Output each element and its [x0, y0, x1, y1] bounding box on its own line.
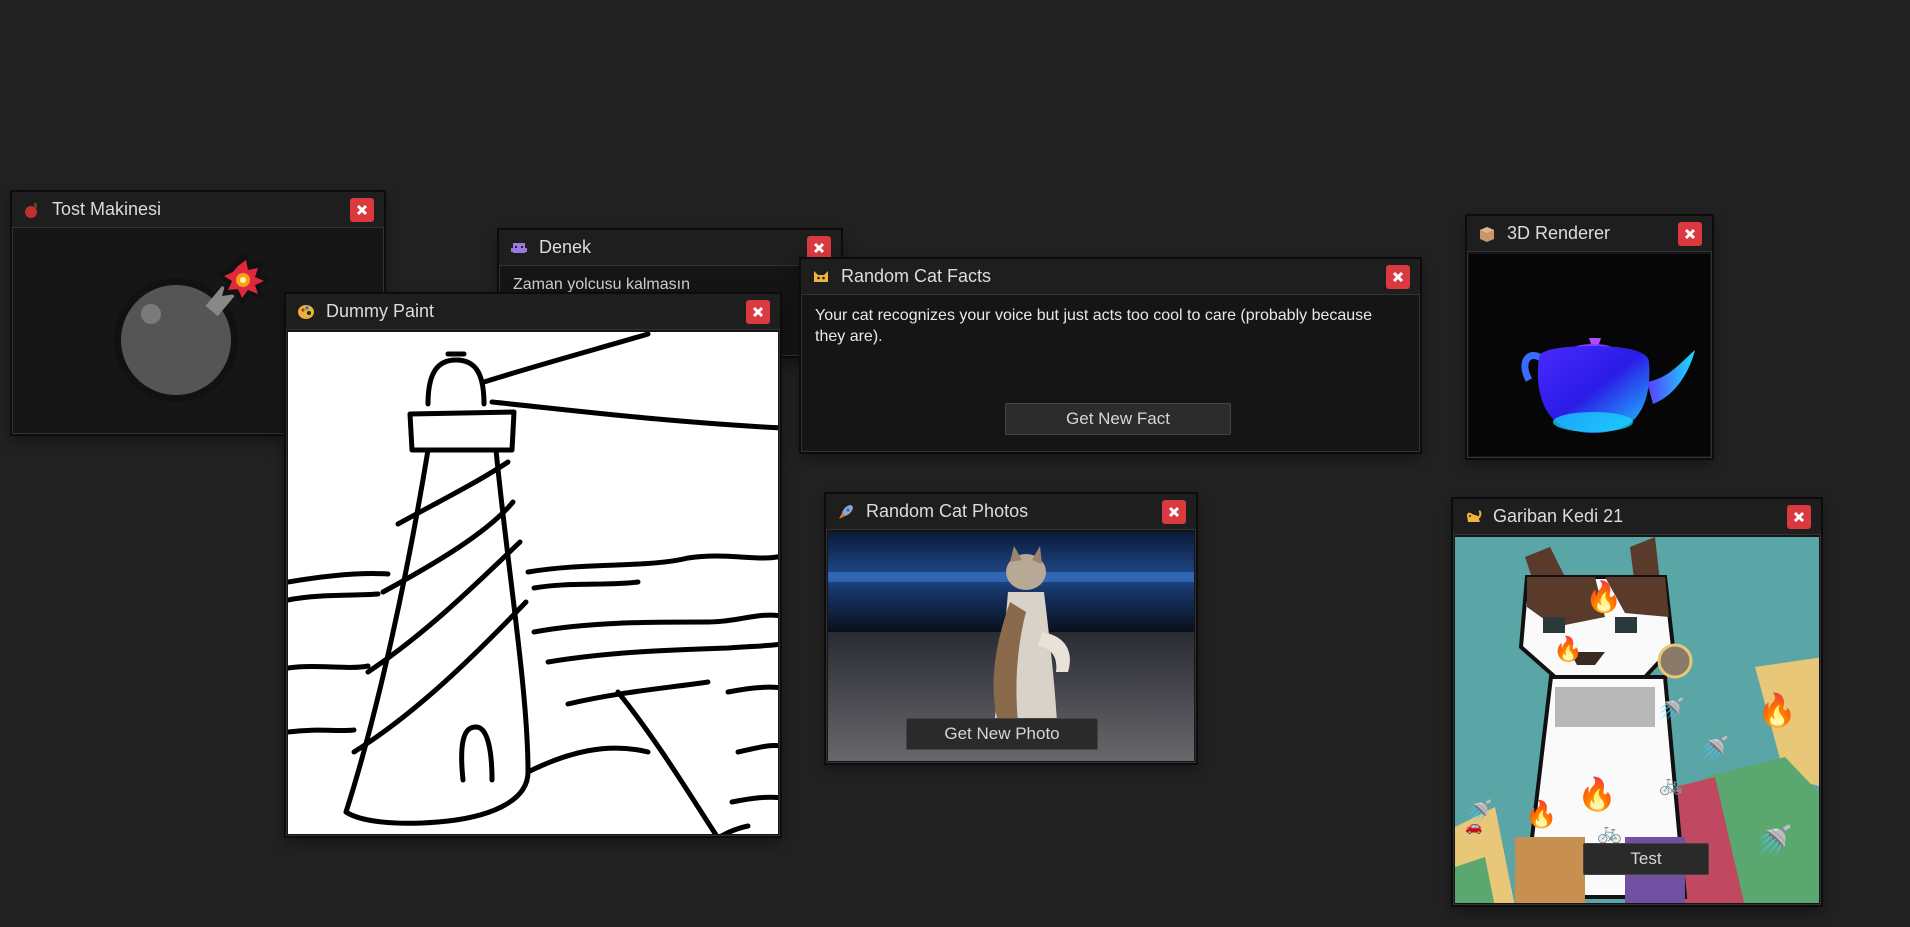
window-title: Random Cat Photos	[866, 501, 1029, 521]
titlebar[interactable]: Denek	[499, 230, 841, 266]
cat-fact-text: Your cat recognizes your voice but just …	[815, 307, 1373, 345]
window-title: Gariban Kedi 21	[1493, 506, 1624, 526]
window-gariban-kedi-21[interactable]: Gariban Kedi 21 🔥 🔥 🔥 🔥 🔥 🚿 🚿 🚿 🚿 🚲 🚲 🚗 …	[1451, 497, 1823, 907]
rocket-icon	[836, 502, 856, 522]
close-icon	[1392, 271, 1404, 282]
kedi-scene: 🔥 🔥 🔥 🔥 🔥 🚿 🚿 🚿 🚿 🚲 🚲 🚗 Test	[1455, 537, 1819, 903]
palette-icon	[296, 302, 316, 322]
box-icon	[1477, 224, 1497, 244]
teapot-render	[1521, 338, 1695, 433]
get-new-photo-button[interactable]: Get New Photo	[906, 718, 1098, 750]
cat-photo: Get New Photo	[828, 532, 1194, 761]
render-viewport[interactable]	[1469, 254, 1710, 456]
window-3d-renderer[interactable]: 3D Renderer	[1465, 214, 1714, 460]
close-icon	[813, 242, 825, 253]
titlebar[interactable]: Gariban Kedi 21	[1453, 499, 1821, 535]
window-title: Tost Makinesi	[52, 199, 162, 219]
window-title: Denek	[539, 237, 592, 257]
close-icon	[356, 204, 368, 215]
titlebar[interactable]: Tost Makinesi	[12, 192, 384, 228]
titlebar[interactable]: Random Cat Facts	[801, 259, 1420, 295]
close-icon	[1168, 506, 1180, 517]
svg-text:🚿: 🚿	[1699, 735, 1729, 763]
titlebar[interactable]: Dummy Paint	[286, 294, 780, 330]
fire-icon: 🔥	[1585, 579, 1622, 614]
facts-content: Your cat recognizes your voice but just …	[803, 297, 1418, 450]
svg-text:🚲: 🚲	[1659, 774, 1684, 796]
close-button[interactable]	[1678, 221, 1702, 246]
window-title: Dummy Paint	[326, 301, 435, 321]
svg-text:🚿: 🚿	[1657, 697, 1684, 722]
svg-text:🚗: 🚗	[1465, 818, 1482, 835]
window-title: 3D Renderer	[1507, 223, 1611, 243]
titlebar[interactable]: Random Cat Photos	[826, 494, 1196, 530]
svg-text:🔥: 🔥	[1577, 776, 1617, 812]
close-button[interactable]	[1787, 504, 1811, 529]
bomb-icon	[22, 200, 42, 220]
cat-face-icon	[811, 267, 831, 287]
window-random-cat-photos[interactable]: Random Cat Photos Get New Photo	[824, 492, 1198, 765]
paint-canvas[interactable]	[288, 332, 778, 834]
svg-text:🔥: 🔥	[1525, 799, 1557, 829]
close-icon	[1684, 228, 1696, 239]
close-button[interactable]	[1386, 264, 1410, 289]
window-random-cat-facts[interactable]: Random Cat Facts Your cat recognizes you…	[799, 257, 1422, 454]
close-button[interactable]	[746, 299, 770, 324]
svg-text:🚲: 🚲	[1597, 822, 1622, 844]
cat-icon	[1463, 507, 1483, 527]
alien-icon	[509, 238, 529, 258]
titlebar[interactable]: 3D Renderer	[1467, 216, 1712, 252]
window-dummy-paint[interactable]: Dummy Paint	[284, 292, 782, 838]
close-button[interactable]	[350, 197, 374, 222]
test-button[interactable]: Test	[1583, 843, 1709, 875]
svg-text:🔥: 🔥	[1757, 692, 1797, 728]
window-title: Random Cat Facts	[841, 266, 992, 286]
svg-text:🚿: 🚿	[1755, 823, 1792, 858]
close-button[interactable]	[807, 235, 831, 260]
close-button[interactable]	[1162, 499, 1186, 524]
close-icon	[752, 306, 764, 317]
close-icon	[1793, 511, 1805, 522]
svg-text:🔥: 🔥	[1553, 635, 1583, 663]
get-new-fact-button[interactable]: Get New Fact	[1005, 403, 1231, 435]
